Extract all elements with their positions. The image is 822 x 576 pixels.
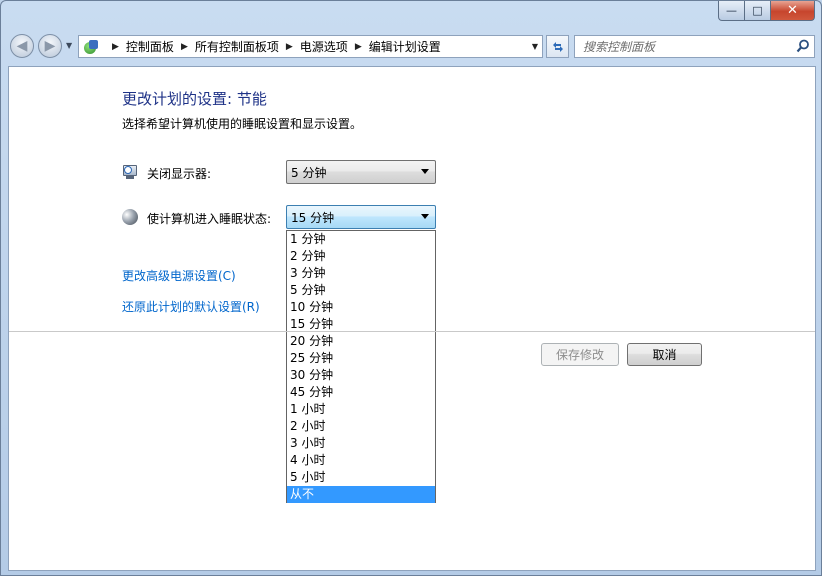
chevron-right-icon[interactable]: ▶	[112, 42, 119, 52]
page-title: 更改计划的设置: 节能	[122, 90, 267, 108]
minimize-button[interactable]: —	[718, 1, 745, 21]
breadcrumb-power-options[interactable]: 电源选项	[300, 38, 348, 55]
arrow-right-icon: ▶	[44, 38, 56, 54]
display-off-label: 关闭显示器:	[147, 167, 212, 181]
control-panel-icon	[83, 39, 99, 55]
chevron-right-icon[interactable]: ▶	[355, 42, 362, 52]
cancel-button[interactable]: 取消	[627, 343, 702, 366]
sleep-option[interactable]: 4 小时	[287, 452, 435, 469]
sleep-option-highlighted[interactable]: 从不	[287, 486, 435, 503]
sleep-option[interactable]: 1 小时	[287, 401, 435, 418]
display-off-select[interactable]: 5 分钟	[286, 160, 436, 184]
sleep-option[interactable]: 30 分钟	[287, 367, 435, 384]
sleep-option[interactable]: 5 分钟	[287, 282, 435, 299]
advanced-power-settings-link[interactable]: 更改高级电源设置(C)	[122, 267, 236, 284]
address-bar[interactable]: ▶ 控制面板 ▶ 所有控制面板项 ▶ 电源选项 ▶ 编辑计划设置 ▼	[78, 35, 543, 58]
sleep-value: 15 分钟	[291, 210, 335, 225]
breadcrumb-all-items[interactable]: 所有控制面板项	[195, 38, 279, 55]
monitor-clock-icon	[122, 164, 138, 180]
page-subtitle: 选择希望计算机使用的睡眠设置和显示设置。	[122, 117, 363, 131]
refresh-button[interactable]	[546, 35, 569, 58]
search-box[interactable]	[574, 35, 815, 58]
chevron-right-icon[interactable]: ▶	[181, 42, 188, 52]
sleep-option[interactable]: 3 小时	[287, 435, 435, 452]
sleep-options-list[interactable]: 1 分钟 2 分钟 3 分钟 5 分钟 10 分钟 15 分钟 20 分钟 25…	[286, 230, 436, 503]
display-off-value: 5 分钟	[291, 165, 327, 180]
forward-button[interactable]: ▶	[38, 34, 62, 58]
back-button[interactable]: ◀	[10, 34, 34, 58]
sleep-option[interactable]: 2 小时	[287, 418, 435, 435]
arrow-left-icon: ◀	[16, 38, 28, 54]
search-icon[interactable]	[796, 39, 810, 53]
close-button[interactable]: ✕	[771, 1, 815, 21]
sleep-option[interactable]: 10 分钟	[287, 299, 435, 316]
content-pane: 更改计划的设置: 节能 选择希望计算机使用的睡眠设置和显示设置。 关闭显示器: …	[8, 66, 816, 571]
restore-defaults-link[interactable]: 还原此计划的默认设置(R)	[122, 298, 260, 315]
caption-buttons: — □ ✕	[718, 1, 815, 21]
sleep-option[interactable]: 2 分钟	[287, 248, 435, 265]
sleep-option[interactable]: 45 分钟	[287, 384, 435, 401]
maximize-button[interactable]: □	[745, 1, 771, 21]
control-panel-window: — □ ✕ ◀ ▶ ▼ ▶ 控制面板 ▶ 所有控制面板项 ▶ 电源选项 ▶ 编辑…	[0, 0, 822, 576]
sleep-label: 使计算机进入睡眠状态:	[147, 212, 272, 226]
minimize-icon: —	[726, 4, 737, 17]
chevron-down-icon	[421, 169, 429, 174]
maximize-icon: □	[752, 4, 763, 17]
sleep-select[interactable]: 15 分钟	[286, 205, 436, 229]
sleep-option[interactable]: 20 分钟	[287, 333, 435, 350]
breadcrumb-control-panel[interactable]: 控制面板	[126, 38, 174, 55]
address-history-dropdown[interactable]: ▼	[532, 42, 538, 51]
sleep-option[interactable]: 25 分钟	[287, 350, 435, 367]
refresh-icon	[552, 41, 563, 52]
divider	[9, 331, 815, 332]
navigation-bar: ◀ ▶ ▼ ▶ 控制面板 ▶ 所有控制面板项 ▶ 电源选项 ▶ 编辑计划设置 ▼	[8, 31, 815, 61]
close-icon: ✕	[787, 3, 798, 18]
chevron-right-icon[interactable]: ▶	[286, 42, 293, 52]
recent-pages-dropdown[interactable]: ▼	[66, 41, 72, 50]
chevron-down-icon	[421, 214, 429, 219]
breadcrumb: ▶ 控制面板 ▶ 所有控制面板项 ▶ 电源选项 ▶ 编辑计划设置	[105, 38, 441, 55]
sleep-option[interactable]: 1 分钟	[287, 231, 435, 248]
sleep-moon-icon	[122, 209, 138, 225]
save-button[interactable]: 保存修改	[541, 343, 619, 366]
sleep-option[interactable]: 3 分钟	[287, 265, 435, 282]
breadcrumb-edit-plan[interactable]: 编辑计划设置	[369, 38, 441, 55]
search-input[interactable]	[575, 36, 790, 57]
sleep-option[interactable]: 5 小时	[287, 469, 435, 486]
